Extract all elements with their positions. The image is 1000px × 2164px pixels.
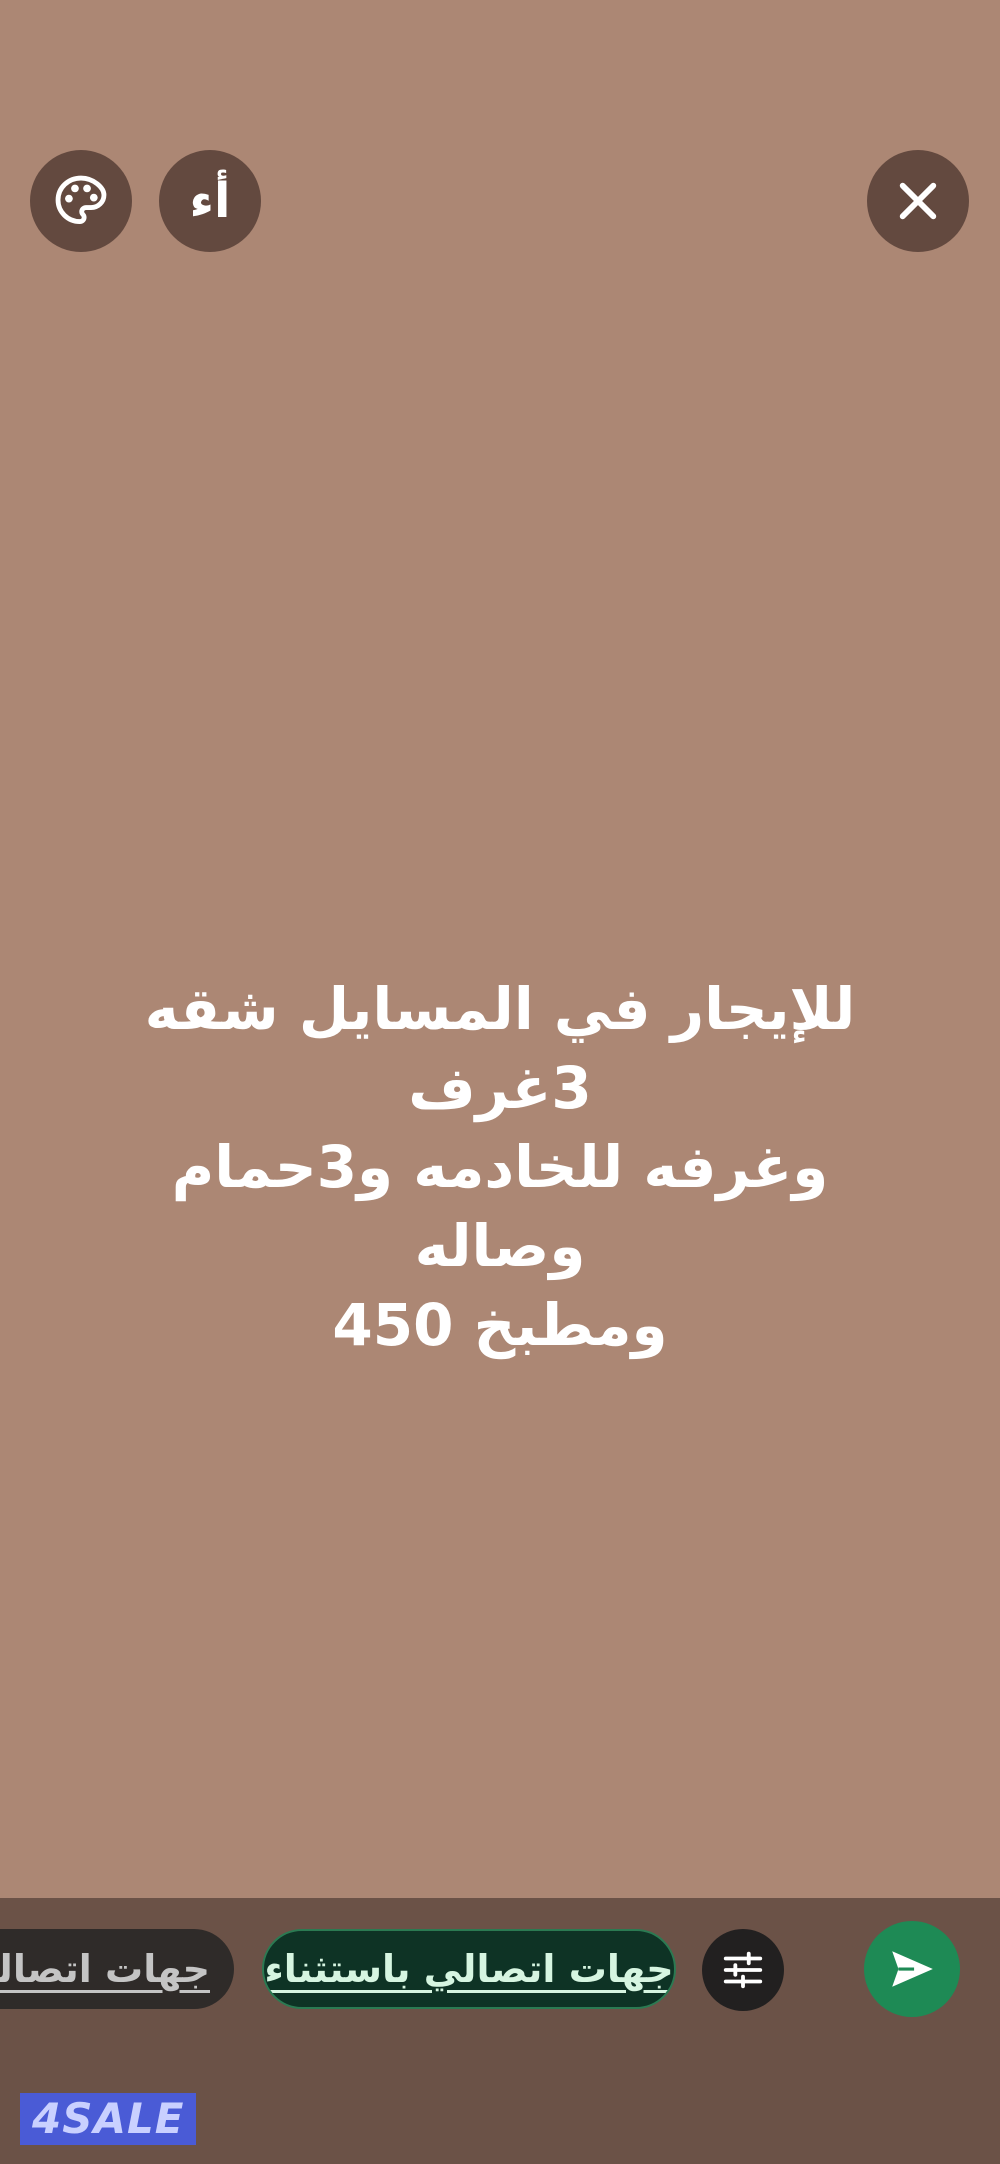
status-composer-screen: أء للإيجار في المسايل شقه 3غرف وغرفه للخ… xyxy=(0,0,1000,2164)
audience-chip-contacts-except[interactable]: جهات اتصالي باستثناء xyxy=(262,1929,676,2009)
font-style-button[interactable]: أء xyxy=(159,150,261,252)
font-style-label: أء xyxy=(189,173,231,229)
send-icon xyxy=(892,1951,933,1987)
audience-chip-label: جهات اتصالي باستثناء xyxy=(264,1947,674,1991)
sliders-icon xyxy=(723,1951,763,1989)
close-button[interactable] xyxy=(867,150,969,252)
color-palette-button[interactable] xyxy=(30,150,132,252)
status-text[interactable]: للإيجار في المسايل شقه 3غرف وغرفه للخادم… xyxy=(80,970,920,1365)
audience-chip-label: جهات اتصالي xyxy=(0,1947,210,1991)
palette-icon xyxy=(55,175,107,224)
privacy-settings-button[interactable] xyxy=(702,1929,784,2011)
send-button[interactable] xyxy=(864,1921,960,2017)
audience-chip-my-contacts[interactable]: جهات اتصالي xyxy=(0,1929,234,2009)
watermark-logo: 4SALE xyxy=(20,2093,197,2145)
close-icon xyxy=(899,182,937,220)
